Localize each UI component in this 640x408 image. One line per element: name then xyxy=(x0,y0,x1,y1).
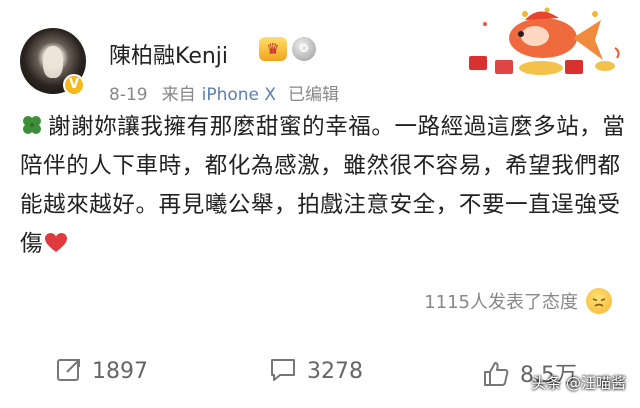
reaction-summary[interactable]: 1115人发表了态度 xyxy=(424,288,612,314)
four-leaf-clover-icon xyxy=(23,116,41,134)
source-prefix: 来自 xyxy=(161,85,196,105)
post-text-body: 謝謝妳讓我擁有那麼甜蜜的幸福。一路經過這麼多站，當陪伴的人下車時，都化為感激，雖… xyxy=(20,114,626,257)
author-name[interactable]: 陳柏融Kenji xyxy=(109,38,228,70)
repost-icon xyxy=(57,359,80,381)
vip-crown-icon[interactable]: ♛ xyxy=(259,37,287,61)
device-link[interactable]: iPhone X xyxy=(202,85,276,105)
verified-badge-icon: V xyxy=(63,74,85,96)
comment-button[interactable]: 3278 xyxy=(269,357,363,384)
comment-count: 3278 xyxy=(307,359,363,384)
reaction-count-text: 1115人发表了态度 xyxy=(424,292,578,313)
repost-button[interactable]: 1897 xyxy=(56,357,148,384)
thumbs-up-icon xyxy=(484,362,509,386)
watermark: 头条 @汪喵酱 xyxy=(531,374,626,392)
comment-icon xyxy=(271,359,295,381)
post-text: 謝謝妳讓我擁有那麼甜蜜的幸福。一路經過這麼多站，當陪伴的人下車時，都化為感激，雖… xyxy=(20,108,628,264)
post-meta: 8-19 来自 iPhone X 已编辑 xyxy=(109,80,353,105)
weibo-post: V 陳柏融Kenji ♛ ✪ 8-19 来自 iPhone X 已编辑 謝謝妳讓我擁有… xyxy=(0,0,640,408)
red-heart-icon xyxy=(45,233,68,252)
level-medal-icon[interactable]: ✪ xyxy=(292,37,316,61)
post-date: 8-19 xyxy=(109,85,148,105)
koi-fish-decoration xyxy=(469,7,620,75)
repost-count: 1897 xyxy=(92,359,148,384)
edited-label[interactable]: 已编辑 xyxy=(288,85,339,105)
pouting-face-icon xyxy=(586,288,612,314)
